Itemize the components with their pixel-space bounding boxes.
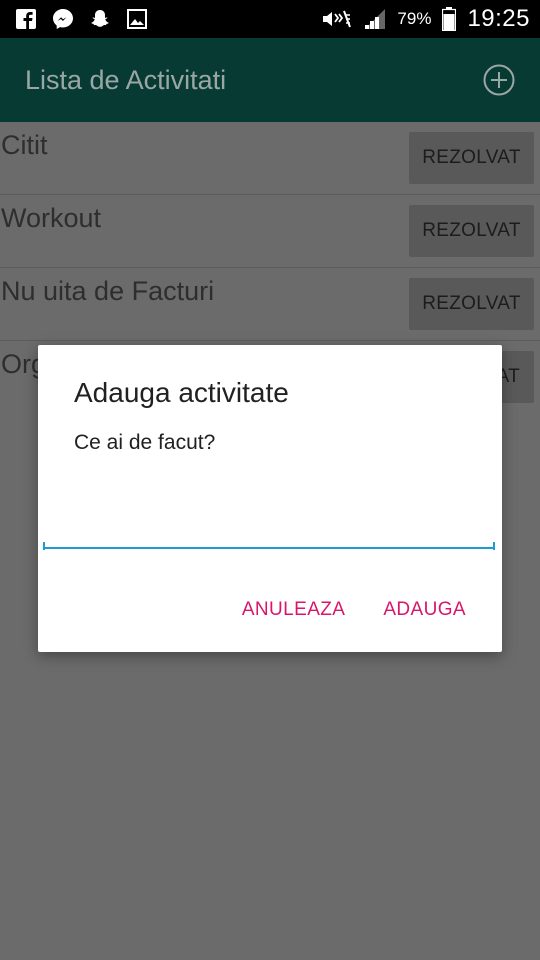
add-circle-icon[interactable]: [483, 64, 515, 96]
status-bar: 79% 19:25: [0, 0, 540, 38]
list-item: Citit REZOLVAT: [0, 122, 540, 195]
list-item: Workout REZOLVAT: [0, 195, 540, 268]
list-item-label: Workout: [1, 203, 102, 233]
list-item-label: Nu uita de Facturi: [1, 276, 215, 306]
dialog-actions: ANULEAZA ADAUGA: [242, 599, 466, 621]
battery-percent: 79%: [397, 9, 432, 28]
list-item-label: Citit: [1, 130, 48, 160]
app-bar: Lista de Activitati: [0, 38, 540, 122]
dialog-title: Adauga activitate: [74, 377, 289, 408]
snapchat-icon: [88, 7, 112, 31]
input-underline-tick-right: [493, 542, 495, 550]
signal-icon: [363, 7, 387, 31]
add-activity-dialog: Adauga activitate Ce ai de facut? ANULEA…: [38, 345, 502, 652]
activity-input[interactable]: [43, 475, 495, 549]
messenger-icon: [51, 7, 75, 31]
dialog-message: Ce ai de facut?: [74, 431, 216, 454]
list-item: Nu uita de Facturi REZOLVAT: [0, 268, 540, 341]
resolve-button[interactable]: REZOLVAT: [409, 278, 534, 330]
cancel-button[interactable]: ANULEAZA: [242, 599, 346, 621]
notification-icons: [14, 7, 149, 31]
clock: 19:25: [467, 5, 530, 32]
battery-icon: [441, 7, 457, 31]
gallery-icon: [125, 7, 149, 31]
resolve-button[interactable]: REZOLVAT: [409, 205, 534, 257]
input-underline-tick-left: [43, 542, 45, 550]
resolve-button[interactable]: REZOLVAT: [409, 132, 534, 184]
facebook-icon: [14, 7, 38, 31]
add-button[interactable]: ADAUGA: [383, 599, 466, 621]
mute-icon: [321, 7, 353, 31]
app-title: Lista de Activitati: [25, 65, 227, 95]
system-icons: 79% 19:25: [321, 4, 530, 34]
